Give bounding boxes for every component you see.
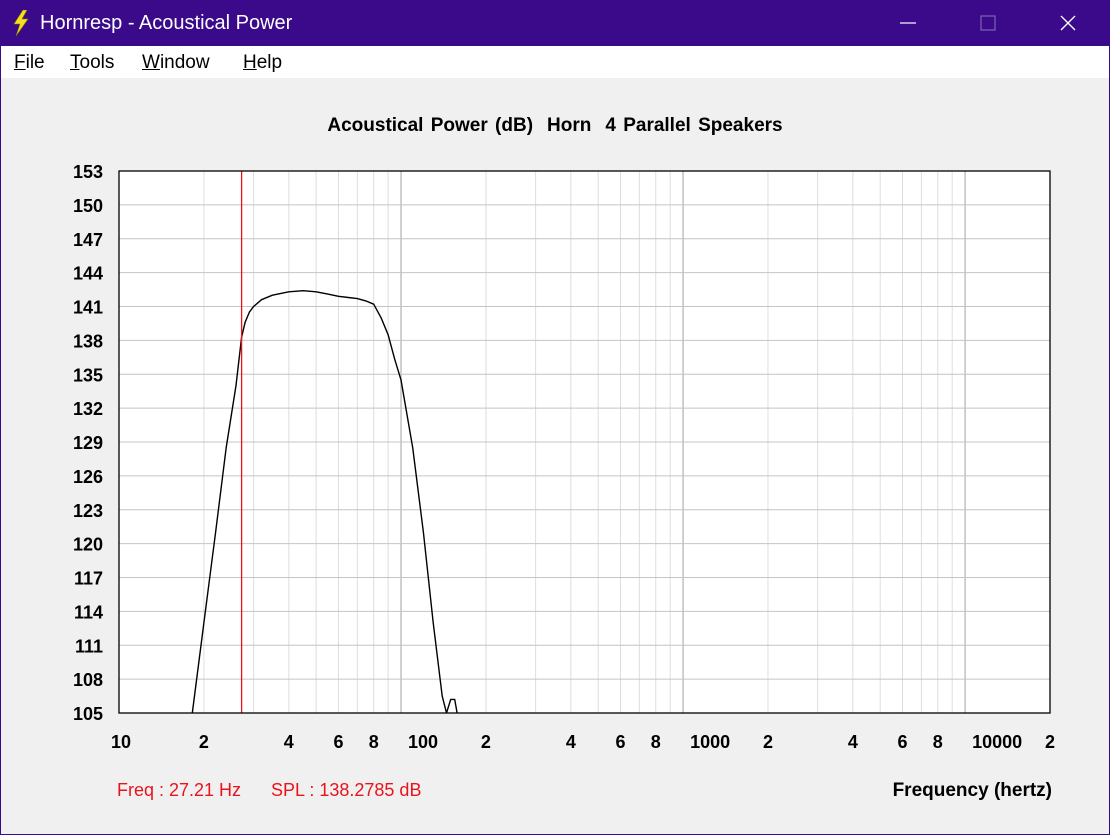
x-tick-label: 2 xyxy=(763,732,773,752)
y-tick-label: 108 xyxy=(73,670,103,690)
x-tick-label: 10 xyxy=(111,732,131,752)
x-tick-label: 4 xyxy=(848,732,858,752)
x-tick-label: 6 xyxy=(615,732,625,752)
x-tick-label: 8 xyxy=(369,732,379,752)
y-tick-label: 111 xyxy=(75,636,103,656)
x-tick-label: 4 xyxy=(566,732,576,752)
x-tick-label: 100 xyxy=(408,732,438,752)
y-tick-label: 153 xyxy=(73,162,103,182)
x-axis-label: Frequency (hertz) xyxy=(892,780,1052,801)
spl-chart[interactable]: 153 150 147 144 141 138 135 132 129 126 123 120 117 1… xyxy=(0,0,1110,835)
y-tick-label: 132 xyxy=(73,399,103,419)
y-tick-label: 141 xyxy=(73,298,103,318)
y-tick-label: 144 xyxy=(73,264,103,284)
frequency-readout: Freq : 27.21 Hz xyxy=(117,780,242,800)
x-tick-label: 2 xyxy=(199,732,209,752)
y-axis-ticks: 153 150 147 144 141 138 135 132 129 126 123 120 117 1… xyxy=(73,162,103,724)
x-tick-label: 8 xyxy=(651,732,661,752)
x-tick-label: 4 xyxy=(284,732,294,752)
x-tick-label: 8 xyxy=(933,732,943,752)
y-tick-label: 114 xyxy=(74,602,103,622)
y-tick-label: 105 xyxy=(73,704,103,724)
spl-readout: SPL : 138.2785 dB xyxy=(271,780,422,800)
y-tick-label: 147 xyxy=(73,230,103,250)
y-tick-label: 138 xyxy=(73,331,103,351)
y-tick-label: 120 xyxy=(73,535,103,555)
y-tick-label: 126 xyxy=(73,467,103,487)
y-tick-label: 123 xyxy=(73,501,103,521)
x-tick-label: 6 xyxy=(333,732,343,752)
y-tick-label: 135 xyxy=(73,365,103,385)
x-tick-label: 1000 xyxy=(690,732,730,752)
x-tick-label: 2 xyxy=(1045,732,1055,752)
y-tick-label: 129 xyxy=(73,433,103,453)
y-tick-label: 150 xyxy=(73,196,103,216)
y-tick-label: 117 xyxy=(74,569,103,589)
x-tick-label: 10000 xyxy=(972,732,1022,752)
x-axis-ticks: 10 2 4 6 8 100 2 4 6 8 1000 2 4 6 8 10000 2 xyxy=(111,732,1055,752)
x-tick-label: 6 xyxy=(898,732,908,752)
x-tick-label: 2 xyxy=(481,732,491,752)
